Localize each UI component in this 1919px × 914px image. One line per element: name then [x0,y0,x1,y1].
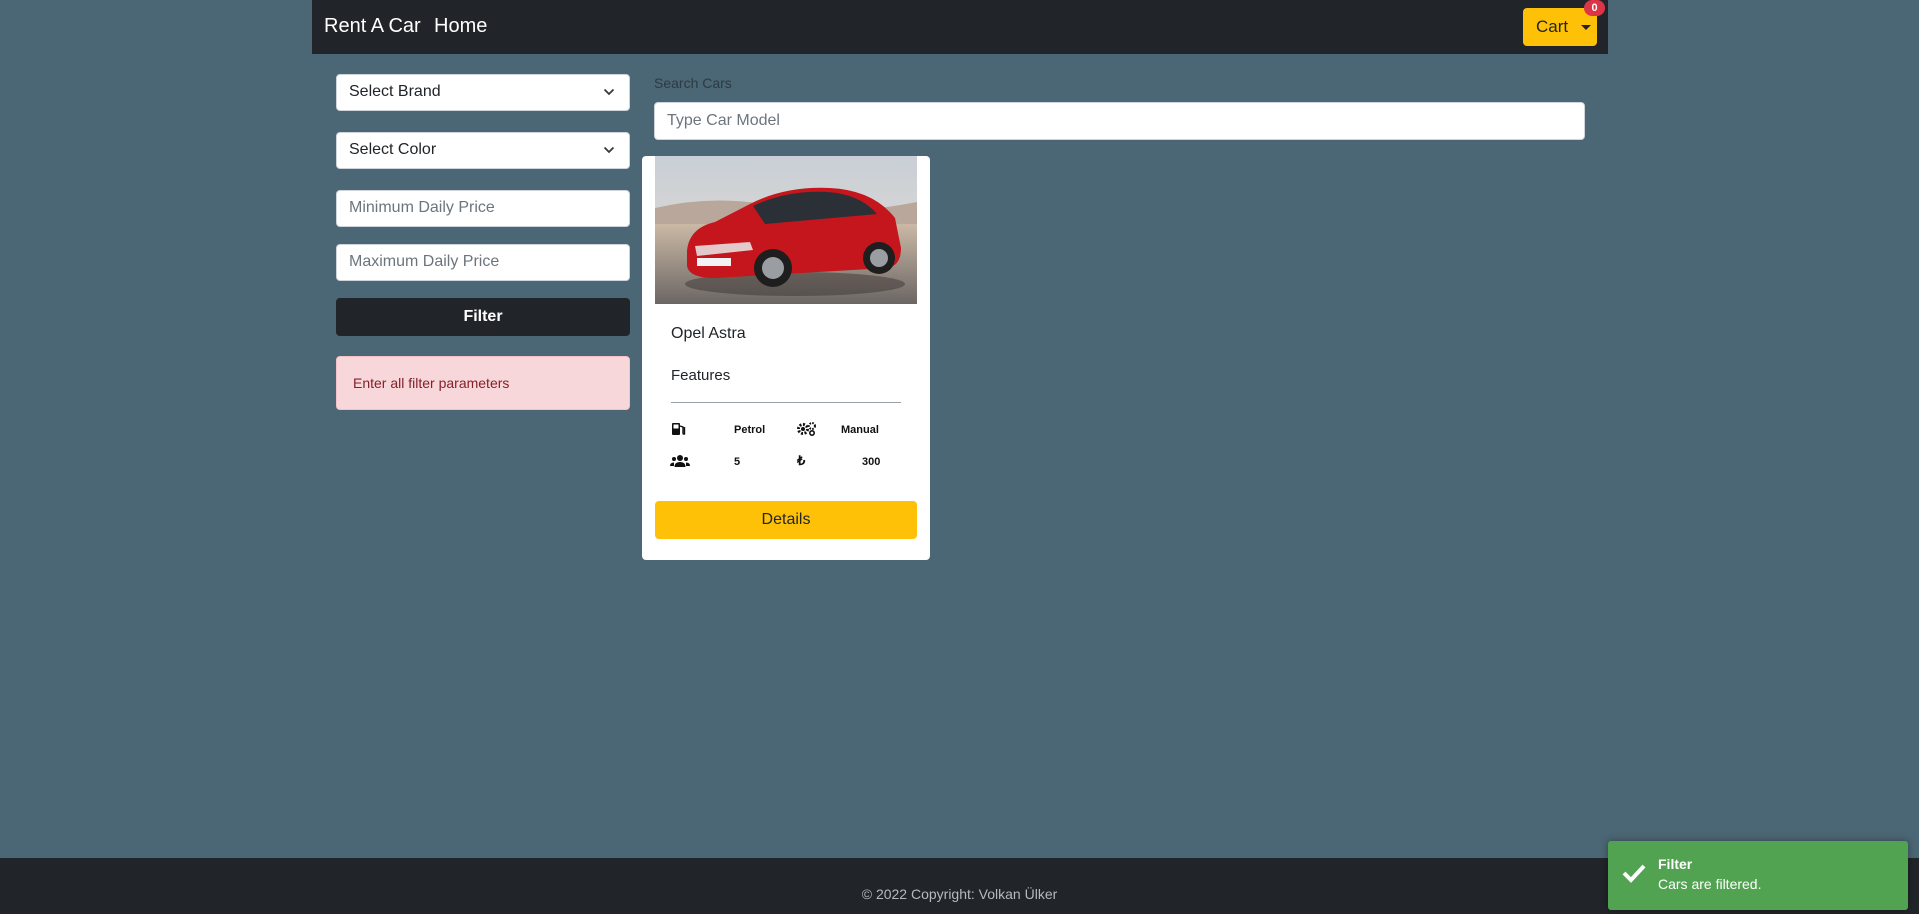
toast-notification[interactable]: Filter Cars are filtered. [1608,841,1908,910]
toast-message: Cars are filtered. [1658,876,1762,892]
home-link[interactable]: Home [434,15,487,38]
navbar: Rent A Car Home Cart 0 [312,0,1608,54]
car-card: Opel Astra Features Petrol Manual 5 ₺ 30… [642,156,930,560]
transmission-value: Manual [841,424,879,436]
car-title: Opel Astra [671,325,746,342]
fuel-value: Petrol [734,424,766,436]
min-price-input[interactable]: Minimum Daily Price [336,190,630,227]
caret-down-icon [1581,25,1591,30]
details-button[interactable]: Details [655,501,917,539]
filter-button[interactable]: Filter [336,298,630,336]
brand-link[interactable]: Rent A Car [324,15,421,38]
brand-select-value: Select Brand [349,83,441,100]
toast-title: Filter [1658,856,1693,872]
brand-select[interactable]: Select Brand [336,74,630,111]
price-value: 300 [862,456,881,468]
divider [671,402,901,403]
max-price-input[interactable]: Maximum Daily Price [336,244,630,281]
search-input[interactable]: Type Car Model [654,102,1585,140]
filter-alert: Enter all filter parameters [336,356,630,410]
search-label: Search Cars [654,75,732,91]
color-select-value: Select Color [349,141,437,158]
cart-label: Cart [1536,17,1569,36]
color-select[interactable]: Select Color [336,132,630,169]
seats-value: 5 [734,456,741,468]
check-icon [1622,864,1646,883]
users-icon [670,455,690,467]
gas-pump-icon [672,423,686,435]
chevron-down-icon [603,88,615,96]
lira-icon: ₺ [797,453,806,468]
chevron-down-icon [603,146,615,154]
cart-count-badge: 0 [1584,0,1605,16]
features-label: Features [671,367,731,384]
car-image [655,156,917,304]
gears-icon [797,422,816,436]
